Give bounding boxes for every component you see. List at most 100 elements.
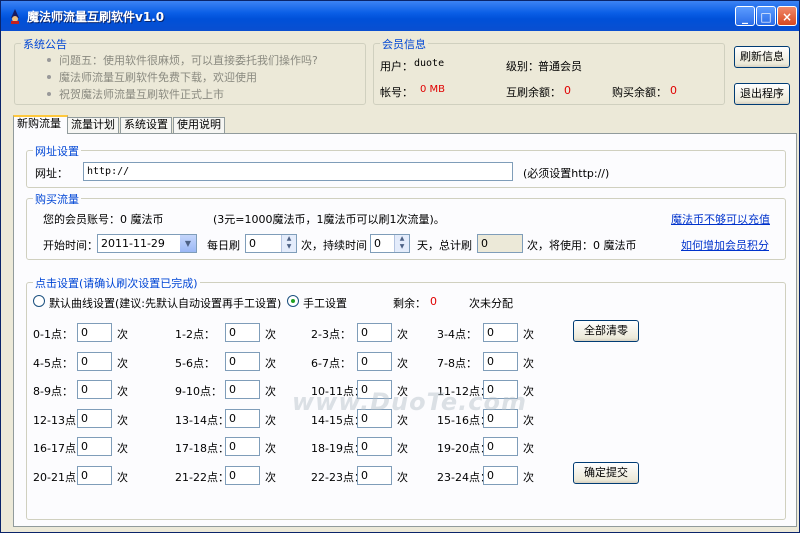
bullet-icon [47, 75, 51, 79]
hour-input[interactable]: 0 [483, 323, 518, 342]
refresh-info-button[interactable]: 刷新信息 [734, 46, 790, 68]
hour-input[interactable]: 0 [77, 351, 112, 371]
unit-label: 次 [117, 328, 128, 341]
unit-label: 次 [265, 442, 276, 456]
unassigned-label: 次未分配 [469, 297, 513, 310]
hour-label: 21-22点： [175, 471, 229, 484]
hour-input[interactable]: 0 [225, 351, 260, 371]
duration-stepper[interactable]: 0 ▲ ▼ [370, 234, 410, 253]
unit-label: 次 [265, 413, 276, 427]
chevron-down-icon[interactable]: ▼ [180, 235, 196, 252]
daily-stepper[interactable]: 0 ▲ ▼ [245, 234, 297, 253]
hour-input[interactable]: 0 [357, 437, 392, 457]
hour-label: 4-5点： [33, 356, 73, 370]
hour-input[interactable]: 0 [225, 408, 260, 428]
account-coins-text: 您的会员账号：0 魔法币 [43, 213, 164, 226]
hour-input[interactable]: 0 [225, 380, 260, 400]
url-settings-title: 网址设置 [33, 143, 81, 159]
hour-input[interactable]: 0 [77, 380, 112, 400]
points-link[interactable]: 如何增加会员积分 [681, 237, 769, 253]
start-date-value: 2011-11-29 [101, 237, 165, 250]
user-label: 用户： [380, 60, 413, 73]
unit-label: 次 [397, 328, 408, 341]
hour-input[interactable]: 0 [225, 466, 260, 485]
unit-label: 次 [117, 413, 128, 427]
url-input[interactable]: http:// [83, 162, 513, 181]
hour-input[interactable]: 0 [357, 466, 392, 485]
spin-icon[interactable]: ▲ ▼ [281, 235, 296, 252]
notice-item: 魔法师流量互刷软件免费下载，欢迎使用 [59, 71, 257, 84]
app-window: 魔法师流量互刷软件v1.0 _ □ × 系统公告 问题五：使用软件很麻烦，可以直… [0, 0, 800, 533]
unit-label: 次 [117, 471, 128, 484]
unit-label: 次 [265, 356, 276, 370]
hour-input[interactable]: 0 [483, 466, 518, 485]
hour-input[interactable]: 0 [225, 437, 260, 457]
tab-panel: 网址设置 网址： http:// (必须设置http://) 购买流量 您的会员… [13, 133, 797, 527]
maximize-button[interactable]: □ [756, 6, 776, 26]
unit-label: 次 [265, 385, 276, 399]
tab-new-purchase[interactable]: 新购流量 [13, 115, 68, 134]
exit-program-button[interactable]: 退出程序 [734, 83, 790, 105]
rate-text: (3元=1000魔法币，1魔法币可以刷1次流量)。 [213, 213, 445, 226]
default-curve-radio[interactable] [33, 295, 45, 307]
hour-input[interactable]: 0 [77, 466, 112, 485]
recharge-link[interactable]: 魔法币不够可以充值 [671, 211, 770, 227]
daily-label: 每日刷 [207, 239, 240, 252]
unit-label: 次 [397, 442, 408, 456]
buy-traffic-group: 购买流量 您的会员账号：0 魔法币 (3元=1000魔法币，1魔法币可以刷1次流… [26, 191, 786, 260]
wizard-icon [11, 9, 19, 24]
url-settings-group: 网址设置 网址： http:// (必须设置http://) [26, 143, 786, 188]
daily-value: 0 [249, 237, 256, 250]
start-date-picker[interactable]: 2011-11-29 ▼ [97, 234, 197, 253]
default-curve-label: 默认曲线设置(建议:先默认自动设置再手工设置) [49, 297, 282, 310]
hour-input[interactable]: 0 [77, 437, 112, 457]
hour-input[interactable]: 0 [77, 323, 112, 342]
url-hint: (必须设置http://) [523, 167, 610, 180]
hour-input[interactable]: 0 [77, 408, 112, 428]
hour-input[interactable]: 0 [225, 323, 260, 342]
total-label: 天，总计刷 [417, 239, 472, 252]
manual-radio[interactable] [287, 295, 299, 307]
unit-label: 次 [523, 442, 534, 456]
tab-instructions[interactable]: 使用说明 [173, 117, 225, 133]
hour-label: 13-14点： [175, 413, 229, 427]
hour-label: 3-4点： [437, 328, 477, 341]
remaining-value: 0 [430, 295, 437, 308]
unit-label: 次 [265, 471, 276, 484]
spin-icon[interactable]: ▲ ▼ [394, 235, 409, 252]
manual-label: 手工设置 [303, 297, 347, 310]
total-field: 0 [477, 234, 523, 253]
tab-system-settings[interactable]: 系统设置 [120, 117, 172, 133]
hour-label: 5-6点： [175, 356, 215, 370]
level-label: 级别： [506, 60, 539, 73]
hour-label: 17-18点： [175, 442, 229, 456]
unit-label: 次 [523, 471, 534, 484]
submit-button[interactable]: 确定提交 [573, 462, 639, 484]
hour-input[interactable]: 0 [483, 351, 518, 371]
minimize-button[interactable]: _ [735, 6, 755, 26]
bullet-icon [47, 58, 51, 62]
unit-label: 次 [397, 356, 408, 370]
remaining-label: 剩余： [393, 297, 426, 310]
hour-input[interactable]: 0 [357, 351, 392, 371]
title-bar[interactable]: 魔法师流量互刷软件v1.0 _ □ × [1, 1, 799, 31]
tab-traffic-plan[interactable]: 流量计划 [67, 117, 119, 133]
url-label: 网址： [35, 167, 68, 180]
clear-all-button[interactable]: 全部清零 [573, 320, 639, 342]
account-value: 0 MB [420, 84, 446, 95]
balance-value: 0 [564, 84, 571, 97]
duration-value: 0 [374, 237, 381, 250]
click-settings-title: 点击设置(请确认刷次设置已完成) [33, 275, 200, 291]
hour-input[interactable]: 0 [357, 323, 392, 342]
balance-label: 互刷余额： [506, 86, 561, 99]
buy-balance-label: 购买余额： [612, 86, 667, 99]
unit-label: 次 [117, 356, 128, 370]
hour-label: 7-8点： [437, 356, 477, 370]
notice-group: 系统公告 问题五：使用软件很麻烦，可以直接委托我们操作吗? 魔法师流量互刷软件免… [14, 36, 366, 105]
hour-input[interactable]: 0 [483, 437, 518, 457]
close-button[interactable]: × [777, 6, 797, 26]
hour-label: 1-2点： [175, 328, 215, 341]
unit-label: 次 [523, 328, 534, 341]
bullet-icon [47, 92, 51, 96]
buy-traffic-title: 购买流量 [33, 191, 81, 207]
